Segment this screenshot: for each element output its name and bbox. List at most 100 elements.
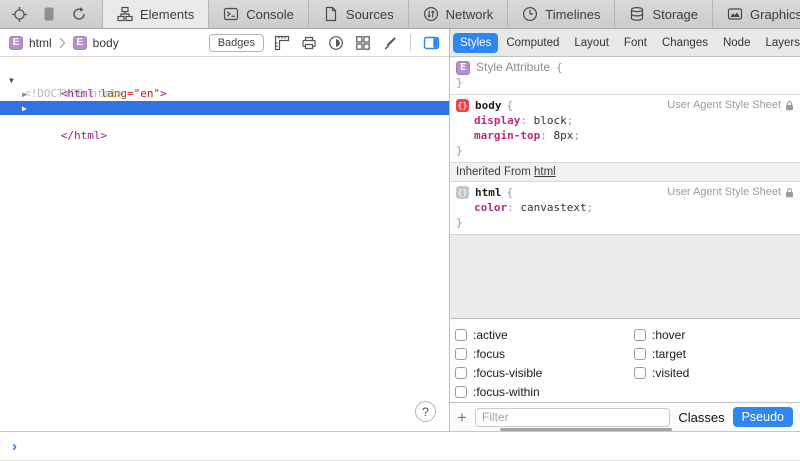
checkbox-focus-within[interactable] — [455, 386, 467, 398]
css-declaration[interactable]: color: canvastext; — [450, 200, 800, 215]
css-declaration[interactable]: display: block; — [450, 113, 800, 128]
elements-icon — [117, 6, 133, 22]
dom-node-html-open[interactable]: ▼<html lang="en"> — [0, 73, 449, 87]
grid-overlay-icon[interactable] — [354, 34, 372, 52]
network-icon — [423, 6, 439, 22]
disclosure-triangle-collapsed-icon[interactable]: ▶ — [22, 102, 27, 116]
dom-tree: <!DOCTYPE html> ▼<html lang="en"> ▶<head… — [0, 57, 449, 431]
tab-elements[interactable]: Elements — [102, 0, 209, 28]
device-icon[interactable] — [36, 0, 62, 28]
toolbar-left-actions — [0, 0, 98, 28]
toggle-details-sidebar-icon[interactable] — [422, 34, 440, 52]
clock-icon — [522, 6, 538, 22]
checkbox-visited[interactable] — [634, 367, 646, 379]
style-origin: User Agent Style Sheet — [667, 98, 794, 113]
tab-styles[interactable]: Styles — [453, 33, 498, 53]
body-rule-section: {} body { User Agent Style Sheet displa — [450, 95, 800, 163]
reload-icon[interactable] — [66, 0, 92, 28]
styles-filter-bar: + Classes Pseudo — [450, 402, 800, 431]
tab-label: Sources — [346, 7, 394, 22]
details-sidebar-tabs: Styles Computed Layout Font Changes Node… — [450, 29, 800, 57]
lock-icon — [785, 187, 794, 198]
css-declaration[interactable]: margin-top: 8px; — [450, 128, 800, 143]
pseudo-hover-row: :hover — [634, 325, 689, 344]
dom-node-head[interactable]: ▶<head>…</head> — [0, 87, 449, 101]
pseudo-visited-row: :visited — [634, 363, 689, 382]
html-rule-section: {} html { User Agent Style Sheet color: — [450, 182, 800, 235]
elements-navigation-bar: E html E body Badges — [0, 29, 449, 57]
console-prompt-icon: › — [12, 438, 17, 455]
inherited-element-link[interactable]: html — [534, 166, 556, 178]
inspect-element-icon[interactable] — [6, 0, 32, 28]
document-icon — [323, 6, 339, 22]
rule-selector[interactable]: html — [475, 185, 502, 200]
paintbrush-icon[interactable] — [381, 34, 399, 52]
tab-changes[interactable]: Changes — [655, 33, 715, 53]
inherited-from-header: Inherited From html — [450, 163, 800, 182]
pseudo-button[interactable]: Pseudo — [733, 407, 793, 427]
element-badge: E — [9, 36, 23, 50]
dom-node-html-close[interactable]: </html> — [0, 115, 449, 129]
tab-label: Timelines — [545, 7, 600, 22]
tab-label: Console — [246, 7, 294, 22]
tab-computed[interactable]: Computed — [499, 33, 566, 53]
tab-label: Network — [446, 7, 494, 22]
appearance-contrast-icon[interactable] — [327, 34, 345, 52]
checkbox-active[interactable] — [455, 329, 467, 341]
tab-storage[interactable]: Storage — [615, 0, 713, 28]
dom-node-doctype[interactable]: <!DOCTYPE html> — [0, 59, 449, 73]
breadcrumb-item-html[interactable]: html — [29, 36, 52, 50]
tab-font[interactable]: Font — [617, 33, 654, 53]
disclosure-triangle-expanded-icon[interactable]: ▼ — [9, 74, 14, 88]
print-icon[interactable] — [300, 34, 318, 52]
rulers-icon[interactable] — [273, 34, 291, 52]
pseudo-target-row: :target — [634, 344, 689, 363]
tab-label: Storage — [652, 7, 698, 22]
pseudo-active-row: :active — [455, 325, 542, 344]
tab-graphics[interactable]: Graphics — [713, 0, 800, 28]
divider — [410, 34, 411, 51]
badges-button[interactable]: Badges — [209, 34, 264, 52]
css-rule-icon: {} — [456, 186, 469, 199]
help-button[interactable]: ? — [415, 401, 436, 422]
rule-selector[interactable]: body — [475, 98, 502, 113]
breadcrumb-item-body[interactable]: body — [93, 36, 119, 50]
tab-label: Graphics — [750, 7, 800, 22]
image-icon — [727, 6, 743, 22]
tab-node[interactable]: Node — [716, 33, 758, 53]
checkbox-hover[interactable] — [634, 329, 646, 341]
rule-title: Style Attribute — [476, 60, 550, 75]
checkbox-focus-visible[interactable] — [455, 367, 467, 379]
checkbox-focus[interactable] — [455, 348, 467, 360]
database-icon — [629, 6, 645, 22]
pseudo-classes-panel: :active :focus :focus-visible :focus-wit… — [450, 318, 800, 402]
quick-console[interactable]: › — [0, 431, 800, 461]
css-rules-list: E Style Attribute { } {} body { User Age… — [450, 57, 800, 318]
breadcrumb: E html E body — [9, 36, 119, 50]
css-rule-icon: {} — [456, 99, 469, 112]
console-icon — [223, 6, 239, 22]
classes-button[interactable]: Classes — [678, 410, 724, 425]
element-badge: E — [73, 36, 87, 50]
pseudo-focus-within-row: :focus-within — [455, 382, 542, 401]
tab-network[interactable]: Network — [409, 0, 509, 28]
checkbox-target[interactable] — [634, 348, 646, 360]
tab-console[interactable]: Console — [209, 0, 309, 28]
tab-sources[interactable]: Sources — [309, 0, 409, 28]
tab-timelines[interactable]: Timelines — [508, 0, 615, 28]
chevron-right-icon — [59, 37, 66, 49]
pseudo-focus-row: :focus — [455, 344, 542, 363]
tab-layout[interactable]: Layout — [567, 33, 616, 53]
add-rule-button[interactable]: + — [457, 409, 467, 426]
lock-icon — [785, 100, 794, 111]
dom-node-body-selected[interactable]: ▶<body>…</body> = $0 — [0, 101, 449, 115]
main-toolbar: Elements Console Sources — [0, 0, 800, 29]
styles-panel: E Style Attribute { } {} body { User Age… — [450, 57, 800, 431]
tab-layers[interactable]: Layers — [758, 33, 800, 53]
toolbar-tabs: Elements Console Sources — [102, 0, 800, 28]
web-inspector-window: Elements Console Sources — [0, 0, 800, 461]
disclosure-triangle-collapsed-icon[interactable]: ▶ — [22, 88, 27, 102]
filter-input[interactable] — [475, 408, 670, 427]
tab-label: Elements — [140, 7, 194, 22]
style-attribute-section[interactable]: E Style Attribute { } — [450, 57, 800, 95]
